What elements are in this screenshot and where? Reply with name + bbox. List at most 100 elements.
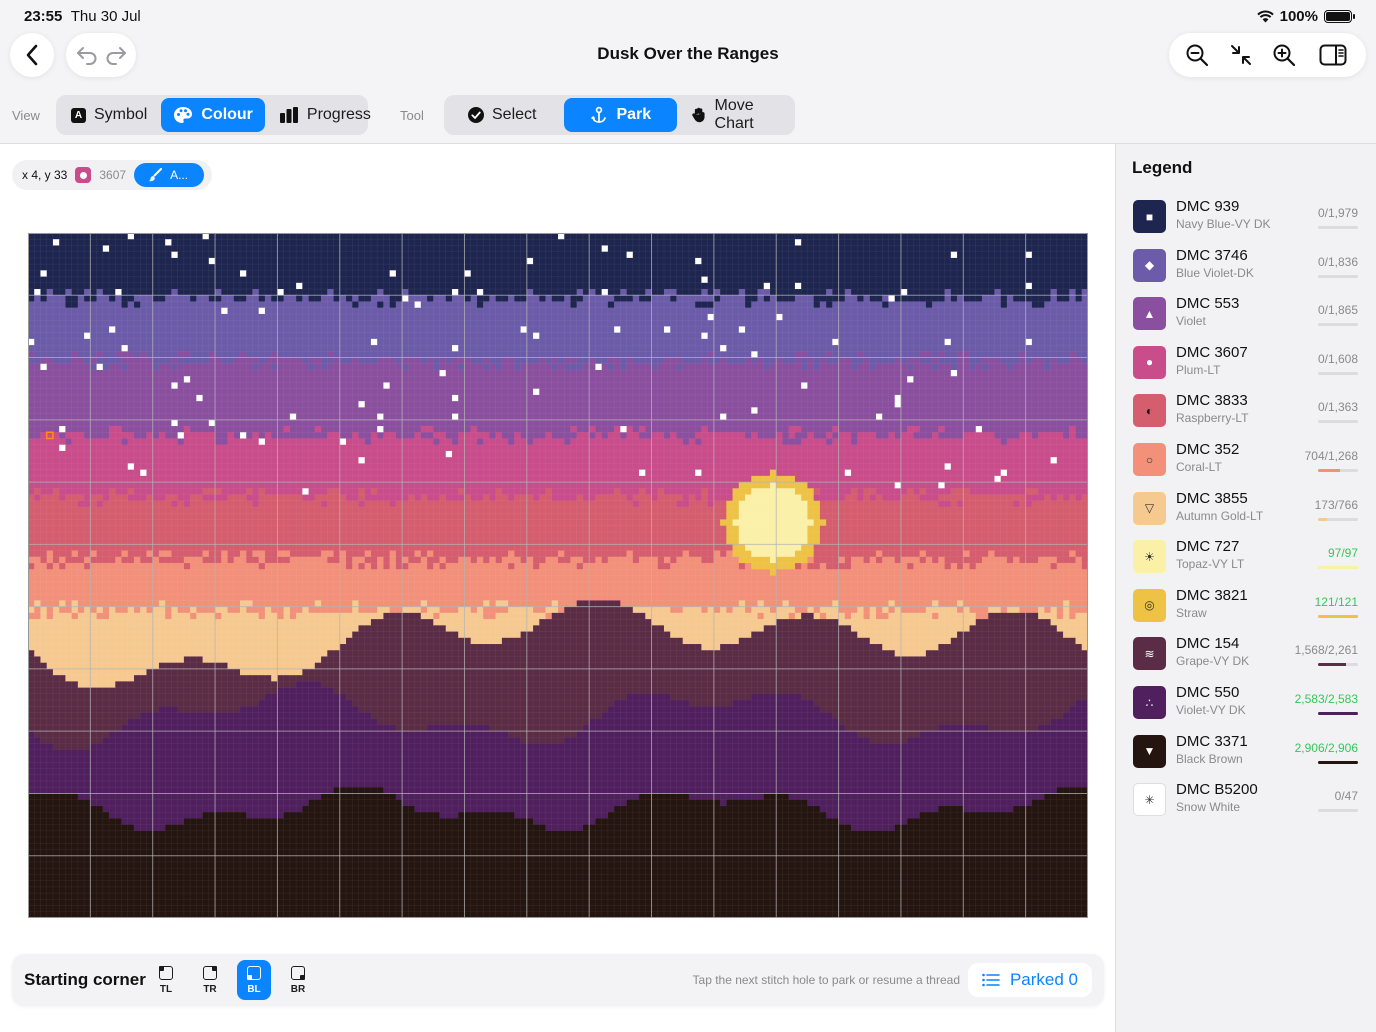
tool-select-button[interactable]: Select xyxy=(450,98,554,132)
thread-swatch: ✳ xyxy=(1133,783,1166,817)
legend-item[interactable]: ◆ DMC 3746 Blue Violet-DK 0/1,836 xyxy=(1132,244,1358,290)
thread-symbol: ☀ xyxy=(1144,549,1155,564)
tool-move-chart-button[interactable]: Move Chart xyxy=(687,97,789,132)
view-symbol-button[interactable]: A Symbol xyxy=(59,98,159,132)
thread-progress-bar xyxy=(1318,274,1358,278)
thread-progress-bar xyxy=(1318,420,1358,424)
thread-description: Coral-LT xyxy=(1176,460,1222,474)
parked-threads-button[interactable]: Parked 0 xyxy=(967,963,1092,997)
legend-item[interactable]: ■ DMC 939 Navy Blue-VY DK 0/1,979 xyxy=(1132,195,1358,241)
corner-bl-icon xyxy=(247,965,261,980)
thread-count: 2,906/2,906 xyxy=(1294,740,1358,755)
zoom-out-button[interactable] xyxy=(1175,35,1219,75)
thread-name: DMC 3746 xyxy=(1176,246,1248,264)
stitch-info-pill: x 4, y 33 3607 A... xyxy=(12,160,213,190)
thread-description: Violet-VY DK xyxy=(1176,703,1246,717)
thread-progress-bar xyxy=(1318,566,1358,570)
thread-count: 173/766 xyxy=(1314,497,1358,512)
thread-progress-bar xyxy=(1318,760,1358,764)
legend-item[interactable]: ▽ DMC 3855 Autumn Gold-LT 173/766 xyxy=(1132,487,1358,533)
collapse-arrows-icon xyxy=(1230,45,1251,65)
tool-park-button[interactable]: Park xyxy=(564,98,678,132)
thread-name: DMC 553 xyxy=(1176,295,1240,313)
view-colour-button[interactable]: Colour xyxy=(161,98,265,132)
thread-symbol: ▲ xyxy=(1143,306,1156,321)
corner-tr-label: TR xyxy=(203,983,217,995)
thread-symbol: ◎ xyxy=(1144,598,1155,613)
legend-item[interactable]: ≋ DMC 154 Grape-VY DK 1,568/2,261 xyxy=(1132,632,1358,678)
thread-count: 0/1,608 xyxy=(1317,351,1358,366)
legend-item[interactable]: ▲ DMC 553 Violet 0/1,865 xyxy=(1132,292,1358,338)
legend-item[interactable]: ∴ DMC 550 Violet-VY DK 2,583/2,583 xyxy=(1132,681,1358,727)
thread-swatch: ▼ xyxy=(1133,734,1166,768)
tool-move-chart-label: Move Chart xyxy=(714,97,754,132)
thread-count: 2,583/2,583 xyxy=(1294,692,1358,706)
thread-swatch: ▲ xyxy=(1133,297,1166,331)
corner-bl-label: BL xyxy=(247,983,261,995)
thread-progress-bar xyxy=(1318,614,1358,618)
thread-symbol: ✳ xyxy=(1144,792,1155,807)
toolbar: View A Symbol Colour Progress Tool Select… xyxy=(0,92,1376,140)
view-symbol-label: Symbol xyxy=(94,106,148,123)
thread-count: 0/1,836 xyxy=(1317,254,1358,269)
toggle-sidebar-button[interactable] xyxy=(1306,35,1360,75)
anchor-icon xyxy=(591,106,607,123)
corner-tl-button[interactable]: TL xyxy=(149,960,183,1000)
thread-description: Topaz-VY LT xyxy=(1176,557,1245,572)
corner-br-button[interactable]: BR xyxy=(281,960,315,1000)
zoom-in-button[interactable] xyxy=(1263,35,1307,75)
corner-br-icon xyxy=(291,965,305,980)
thread-count: 121/121 xyxy=(1314,594,1358,609)
tool-park-label: Park xyxy=(616,106,652,123)
corner-bl-button[interactable]: BL xyxy=(237,960,271,1000)
thread-description: Navy Blue-VY DK xyxy=(1176,217,1271,231)
thread-symbol: ∴ xyxy=(1145,695,1154,710)
status-time: 23:55 Thu 30 Jul xyxy=(24,8,141,25)
parked-count-label: Parked 0 xyxy=(1009,970,1078,989)
thread-symbol: ◆ xyxy=(1144,258,1155,273)
thread-swatch: ◎ xyxy=(1133,588,1166,622)
legend-item[interactable]: ☀ DMC 727 Topaz-VY LT 97/97 xyxy=(1132,535,1358,581)
legend-item[interactable]: ◐ DMC 3833 Raspberry-LT 0/1,363 xyxy=(1132,389,1358,435)
thread-progress-bar xyxy=(1318,809,1358,813)
view-progress-button[interactable]: Progress xyxy=(267,98,383,132)
thread-swatch: ○ xyxy=(1133,443,1166,476)
thread-name: DMC 550 xyxy=(1176,684,1240,701)
thread-symbol: ○ xyxy=(1145,452,1154,467)
thread-description: Blue Violet-DK xyxy=(1176,265,1254,280)
thread-name: DMC 154 xyxy=(1176,635,1240,653)
thread-progress-bar xyxy=(1318,663,1358,667)
legend-item[interactable]: ● DMC 3607 Plum-LT 0/1,608 xyxy=(1132,341,1358,387)
battery-icon xyxy=(1324,10,1355,23)
view-progress-label: Progress xyxy=(306,106,371,123)
thread-name: DMC 352 xyxy=(1176,441,1240,458)
thread-count: 97/97 xyxy=(1327,546,1358,561)
legend-item[interactable]: ✳ DMC B5200 Snow White 0/47 xyxy=(1132,778,1358,824)
zoom-controls xyxy=(1169,33,1366,77)
thread-symbol: ◐ xyxy=(1145,403,1154,418)
thread-description: Straw xyxy=(1176,605,1207,620)
hand-icon xyxy=(692,107,705,123)
thread-name: DMC 3833 xyxy=(1176,392,1248,410)
thread-swatch: ∴ xyxy=(1133,686,1166,719)
thread-name: DMC 727 xyxy=(1176,538,1240,556)
legend-item[interactable]: ▼ DMC 3371 Black Brown 2,906/2,906 xyxy=(1132,730,1358,776)
cross-stitch-chart[interactable] xyxy=(28,233,1088,918)
legend-item[interactable]: ◎ DMC 3821 Straw 121/121 xyxy=(1132,584,1358,630)
cursor-coordinates: x 4, y 33 xyxy=(22,168,68,182)
corner-tr-button[interactable]: TR xyxy=(193,960,227,1000)
wifi-icon xyxy=(1256,10,1274,23)
starting-corner-label: Starting corner xyxy=(24,970,146,989)
symbol-icon: A xyxy=(71,107,86,123)
thread-swatch: ■ xyxy=(1133,200,1166,233)
app-window: 23:55 Thu 30 Jul 100% Dusk Over the Rang… xyxy=(0,0,1376,1032)
fit-to-screen-button[interactable] xyxy=(1219,35,1263,75)
thread-symbol: ■ xyxy=(1145,209,1154,224)
thread-action-button[interactable]: A... xyxy=(134,163,205,187)
current-color-swatch xyxy=(75,167,92,183)
legend-item[interactable]: ○ DMC 352 Coral-LT 704/1,268 xyxy=(1132,438,1358,484)
thread-symbol: ▽ xyxy=(1144,501,1155,516)
tool-segmented-control: Select Park Move Chart xyxy=(444,95,795,135)
status-right: 100% xyxy=(1256,8,1355,25)
thread-swatch: ◐ xyxy=(1133,394,1166,428)
